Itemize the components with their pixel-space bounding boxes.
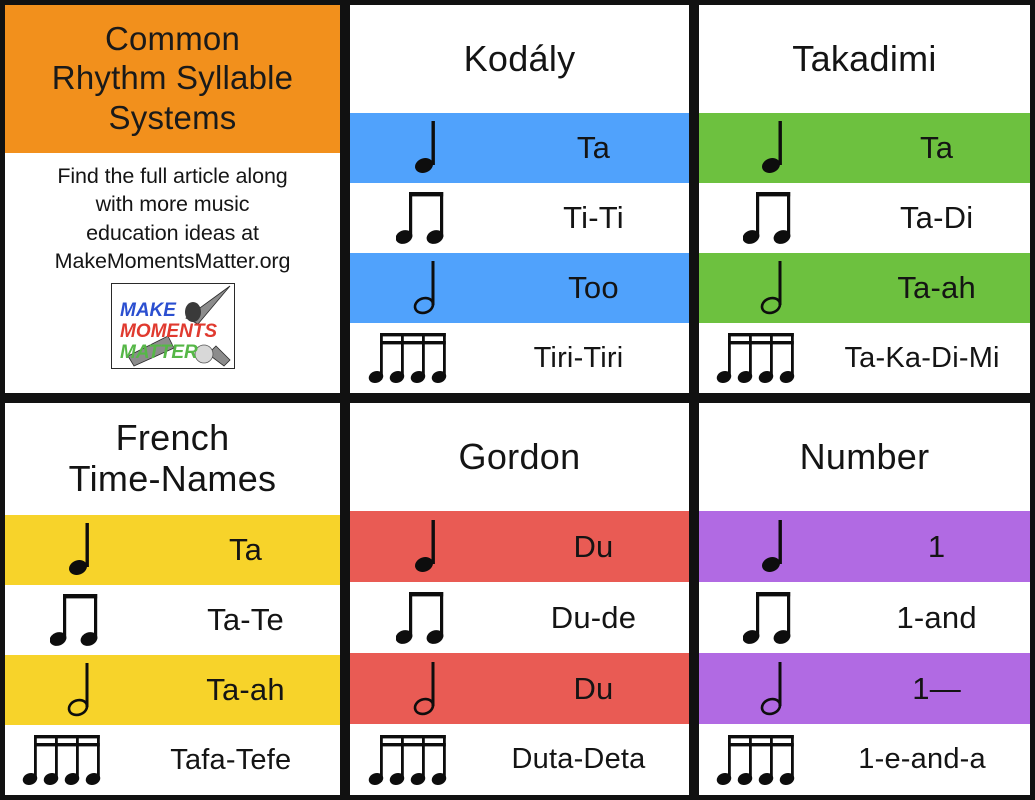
syllable-row: Tafa-Tefe <box>5 725 340 795</box>
logo-line-moments: MOMENTS <box>120 321 217 342</box>
half-note-icon <box>350 253 506 323</box>
syllable-row: Ta <box>350 113 689 183</box>
system-panel-kodaly: Kodály Ta Ti-Ti Too Tiri-Tiri <box>345 0 694 398</box>
half-note-icon <box>699 253 851 323</box>
syllable-row: Duta-Deta <box>350 724 689 795</box>
syllable-label: Ta-Te <box>207 602 284 637</box>
two-eighth-notes-icon <box>699 582 851 653</box>
syllable-row: Ta-ah <box>699 253 1030 323</box>
syllable-label: 1-and <box>896 599 977 635</box>
syllable-row: Du-de <box>350 582 689 653</box>
half-note-icon <box>699 653 851 724</box>
poster-title: Common Rhythm Syllable Systems <box>5 5 340 153</box>
syllable-label: Ta <box>228 532 263 567</box>
intro-panel: Common Rhythm Syllable Systems Find the … <box>0 0 345 398</box>
system-title-kodaly: Kodály <box>463 37 576 79</box>
half-note-icon <box>350 653 506 724</box>
system-panel-number: Number 1 1-and 1— 1-e-and-a <box>694 398 1035 800</box>
half-note-icon <box>5 655 159 725</box>
syllable-label: Too <box>568 270 619 305</box>
syllable-row: Ti-Ti <box>350 183 689 253</box>
syllable-row: Tiri-Tiri <box>350 323 689 393</box>
syllable-label: Du <box>573 528 614 564</box>
logo-notehead <box>184 302 201 323</box>
quarter-note-icon <box>350 113 506 183</box>
syllable-row: Ta <box>699 113 1030 183</box>
two-eighth-notes-icon <box>350 183 506 253</box>
system-title-french-time-names: French Time-Names <box>5 403 340 515</box>
poster-title-line-1: Common <box>104 20 241 57</box>
syllable-row: Too <box>350 253 689 323</box>
syllable-label: Ta-Di <box>899 200 974 235</box>
syllable-label: Ta-ah <box>897 270 976 305</box>
syllable-row: Ta-ah <box>5 655 340 725</box>
syllable-rows-gordon: Du Du-de Du Duta-Deta <box>350 511 689 795</box>
poster-title-line-2: Rhythm Syllable <box>51 59 294 97</box>
two-eighth-notes-icon <box>5 585 159 655</box>
syllable-rows-kodaly: Ta Ti-Ti Too Tiri-Tiri <box>350 113 689 393</box>
intro-text-line-3: education ideas at <box>86 220 259 245</box>
syllable-label: Du-de <box>550 599 637 635</box>
syllable-row: Ta-Di <box>699 183 1030 253</box>
syllable-label: 1— <box>912 670 961 706</box>
four-sixteenth-notes-icon <box>699 724 818 795</box>
system-title-line-1: French <box>115 417 230 459</box>
syllable-label: Duta-Deta <box>511 743 646 775</box>
four-sixteenth-notes-icon <box>350 323 472 393</box>
syllable-label: Du <box>573 670 614 706</box>
logo-artwork: MAKE MOMENTS MATTER <box>111 284 234 369</box>
two-eighth-notes-icon <box>350 582 506 653</box>
syllable-label: Ta-Ka-Di-Mi <box>844 341 1000 374</box>
syllable-row: Du <box>350 653 689 724</box>
system-title-takadimi: Takadimi <box>792 37 937 79</box>
syllable-row: 1-e-and-a <box>699 724 1030 795</box>
quarter-note-icon <box>5 515 159 585</box>
syllable-row: Ta-Te <box>5 585 340 655</box>
syllable-rows-takadimi: Ta Ta-Di Ta-ah Ta-Ka-Di-Mi <box>699 113 1030 393</box>
four-sixteenth-notes-icon <box>699 323 818 393</box>
syllable-label: Ta <box>920 130 954 165</box>
four-sixteenth-notes-icon <box>350 724 472 795</box>
quarter-note-icon <box>699 511 851 582</box>
system-panel-gordon: Gordon Du Du-de Du Duta-Deta <box>345 398 694 800</box>
two-eighth-notes-icon <box>699 183 851 253</box>
quarter-note-icon <box>350 511 506 582</box>
quarter-note-icon <box>699 113 851 183</box>
syllable-label: 1-e-and-a <box>858 743 986 775</box>
logo-line-make: MAKE <box>120 300 177 321</box>
syllable-row: 1— <box>699 653 1030 724</box>
syllable-row: Du <box>350 511 689 582</box>
four-sixteenth-notes-icon <box>5 725 126 795</box>
intro-website-url: MakeMomentsMatter.org <box>54 248 291 273</box>
logo-line-matter: MATTER <box>120 342 198 363</box>
syllable-row: 1 <box>699 511 1030 582</box>
system-panel-takadimi: Takadimi Ta Ta-Di Ta-ah Ta-Ka-Di-Mi <box>694 0 1035 398</box>
syllable-rows-number: 1 1-and 1— 1-e-and-a <box>699 511 1030 795</box>
syllable-row: Ta-Ka-Di-Mi <box>699 323 1030 393</box>
make-moments-matter-logo: MAKE MOMENTS MATTER <box>110 283 235 370</box>
intro-body: Find the full article along with more mu… <box>5 152 340 393</box>
syllable-row: Ta <box>5 515 340 585</box>
system-title-gordon: Gordon <box>458 435 581 477</box>
syllable-label: Ta-ah <box>206 672 285 707</box>
poster-title-line-3: Systems <box>108 98 237 136</box>
system-title-number: Number <box>799 435 930 477</box>
syllable-label: Ti-Ti <box>563 200 624 235</box>
intro-text: Find the full article along with more mu… <box>47 162 299 276</box>
system-panel-french-time-names: French Time-Names Ta Ta-Te Ta-ah Tafa-Te… <box>0 398 345 800</box>
syllable-label: Tafa-Tefe <box>170 743 292 776</box>
syllable-row: 1-and <box>699 582 1030 653</box>
system-title-line-2: Time-Names <box>68 458 277 499</box>
intro-text-line-2: with more music <box>95 192 250 217</box>
syllable-label: Ta <box>576 130 611 165</box>
rhythm-syllable-poster: Common Rhythm Syllable Systems Find the … <box>0 0 1035 800</box>
intro-text-line-1: Find the full article along <box>57 163 288 188</box>
syllable-rows-french-time-names: Ta Ta-Te Ta-ah Tafa-Tefe <box>5 515 340 795</box>
syllable-label: Tiri-Tiri <box>533 341 624 374</box>
syllable-label: 1 <box>927 528 946 564</box>
